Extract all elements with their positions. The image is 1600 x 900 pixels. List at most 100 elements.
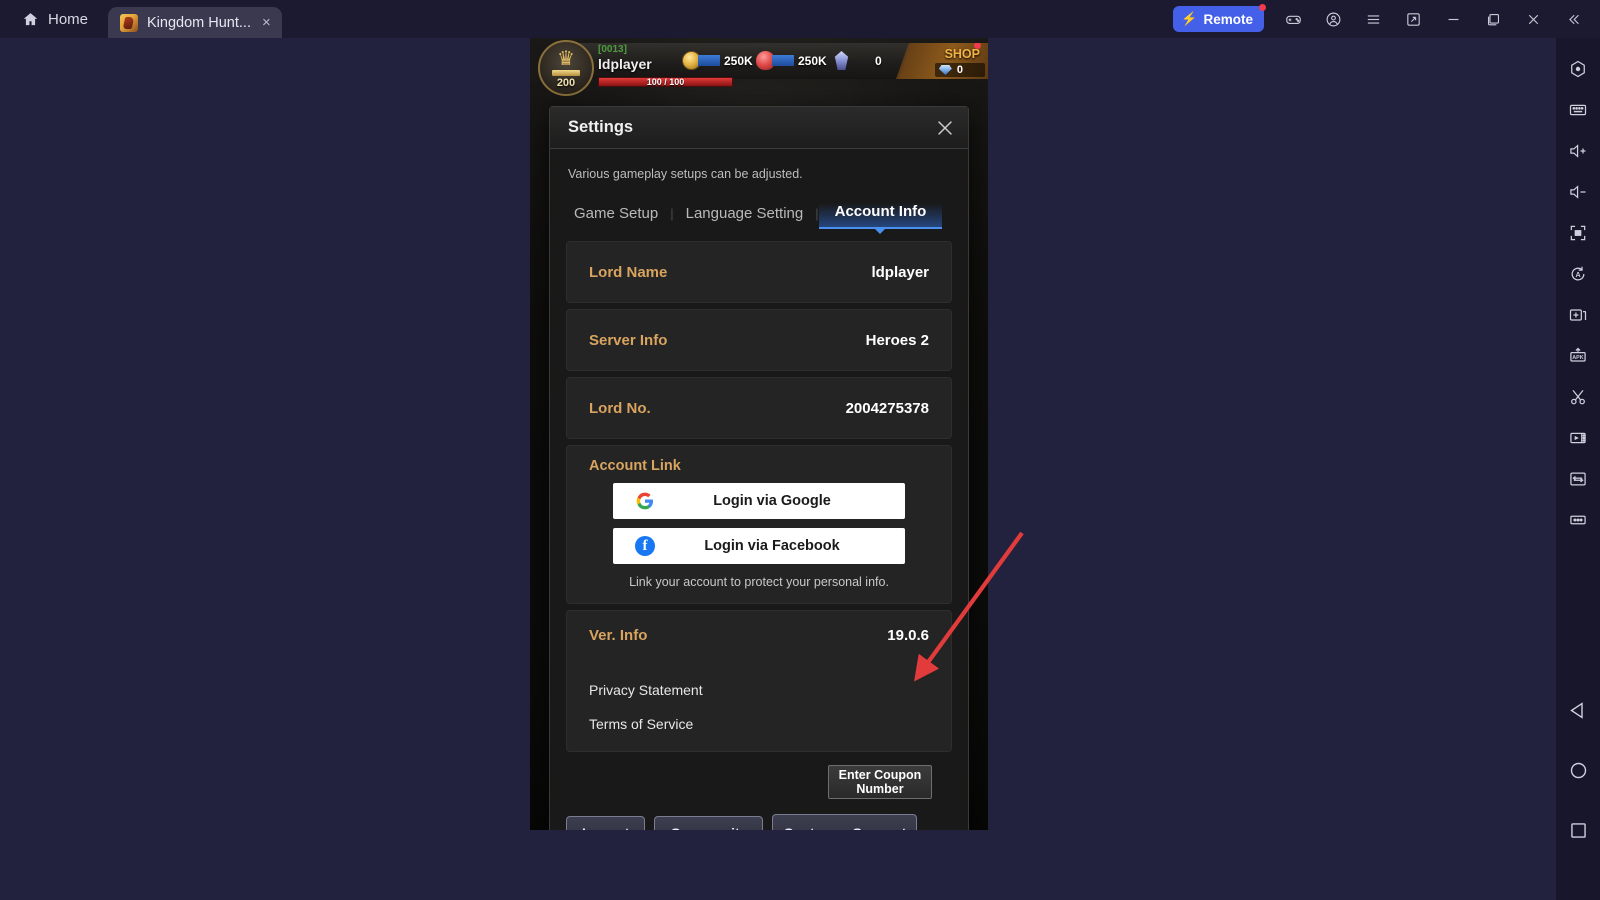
login-facebook-label: Login via Facebook — [704, 538, 840, 554]
scissors-icon[interactable] — [1556, 376, 1600, 417]
android-recents-icon[interactable] — [1556, 800, 1600, 860]
guild-tag: [0013] — [598, 44, 627, 55]
gold-bar — [698, 55, 720, 66]
menu-icon[interactable] — [1354, 0, 1392, 38]
resource-crystal: 0 — [832, 51, 882, 70]
window-titlebar: Home Kingdom Hunt... × ⚡ Remote — [0, 0, 1600, 38]
dialog-tabs: Game Setup | Language Setting | Account … — [562, 195, 956, 234]
account-link-title: Account Link — [589, 458, 681, 474]
emulator-sidebar: A APK — [1556, 38, 1600, 900]
account-link-section: Account Link Login via Google f Login vi… — [566, 445, 952, 604]
food-value: 250K — [798, 53, 827, 68]
screenshot-icon[interactable] — [1394, 0, 1432, 38]
dialog-footer: Logout Community Customer Support — [550, 797, 968, 830]
notification-dot — [1259, 4, 1266, 11]
fullscreen-icon[interactable] — [1556, 212, 1600, 253]
account-icon[interactable] — [1314, 0, 1352, 38]
gem-value: 0 — [956, 64, 963, 76]
more-icon[interactable] — [1556, 499, 1600, 540]
minimize-icon[interactable] — [1434, 0, 1472, 38]
resource-food: 250K — [756, 51, 827, 70]
keyboard-icon[interactable] — [1556, 89, 1600, 130]
gem-icon — [938, 65, 952, 75]
android-home-icon[interactable] — [1556, 740, 1600, 800]
gamepad-icon[interactable] — [1274, 0, 1312, 38]
logout-button[interactable]: Logout — [566, 816, 646, 830]
collapse-icon[interactable] — [1554, 0, 1592, 38]
dialog-subtitle: Various gameplay setups can be adjusted. — [568, 167, 803, 181]
info-row-lord-name: Lord Name ldplayer — [566, 241, 952, 303]
privacy-statement-row[interactable]: Privacy Statement — [589, 673, 929, 707]
facebook-icon: f — [635, 536, 655, 556]
gold-value: 250K — [724, 53, 753, 68]
bolt-icon: ⚡ — [1181, 11, 1198, 26]
login-via-google-button[interactable]: Login via Google — [613, 483, 905, 519]
info-label: Lord No. — [589, 399, 651, 417]
player-level: 200 — [556, 77, 576, 89]
version-value: 19.0.6 — [887, 626, 929, 644]
close-icon[interactable] — [1514, 0, 1552, 38]
volume-down-icon[interactable] — [1556, 171, 1600, 212]
remote-button[interactable]: ⚡ Remote — [1173, 4, 1266, 32]
dialog-body: Lord Name ldplayer Server Info Heroes 2 … — [550, 229, 968, 797]
player-level-badge[interactable]: ♛ 200 — [538, 40, 594, 96]
remote-label: Remote — [1203, 11, 1253, 27]
home-button[interactable]: Home — [0, 0, 108, 38]
player-name: ldplayer — [598, 56, 652, 72]
crystal-icon — [834, 51, 849, 70]
terms-of-service-link[interactable]: Terms of Service — [589, 716, 693, 732]
settings-icon[interactable] — [1556, 48, 1600, 89]
home-icon — [22, 11, 39, 28]
shop-panel[interactable]: SHOP 0 — [896, 43, 988, 79]
resource-gold: 250K — [682, 51, 753, 70]
community-button[interactable]: Community — [654, 816, 764, 830]
crystal-value: 0 — [875, 53, 882, 68]
dialog-header: Settings — [550, 107, 968, 149]
tab-language-setting[interactable]: Language Setting — [674, 205, 816, 229]
version-legal-section: Ver. Info 19.0.6 Privacy Statement Terms… — [566, 610, 952, 752]
enter-coupon-number-button[interactable]: Enter Coupon Number — [828, 765, 932, 799]
video-record-icon[interactable] — [1556, 417, 1600, 458]
google-icon — [635, 491, 655, 511]
info-value: ldplayer — [871, 263, 929, 281]
app-tab-kingdom-hunt[interactable]: Kingdom Hunt... × — [108, 7, 282, 38]
auto-rotate-icon[interactable]: A — [1556, 253, 1600, 294]
tab-account-info[interactable]: Account Info — [818, 203, 943, 234]
tab-game-setup[interactable]: Game Setup — [562, 205, 670, 229]
titlebar-left: Home Kingdom Hunt... × — [0, 0, 282, 38]
login-via-facebook-button[interactable]: f Login via Facebook — [613, 528, 905, 564]
info-row-lord-no: Lord No. 2004275378 — [566, 377, 952, 439]
volume-up-icon[interactable] — [1556, 130, 1600, 171]
tab-label: Kingdom Hunt... — [147, 14, 251, 31]
privacy-statement-link[interactable]: Privacy Statement — [589, 682, 703, 698]
info-value: 2004275378 — [845, 399, 929, 417]
svg-text:A: A — [1575, 270, 1580, 278]
crown-icon: ♛ — [557, 48, 575, 70]
info-label: Server Info — [589, 331, 668, 349]
food-bar — [772, 55, 794, 66]
tab-close-icon[interactable]: × — [260, 15, 273, 30]
game-hud: SHOP 0 250K 250K 0 ♛ 200 [0013] ldplayer — [530, 38, 988, 96]
android-back-icon[interactable] — [1556, 680, 1600, 740]
shop-label: SHOP — [944, 47, 980, 61]
svg-text:APK: APK — [1572, 355, 1584, 361]
customer-support-button[interactable]: Customer Support — [772, 814, 918, 830]
dialog-title: Settings — [568, 118, 634, 136]
file-transfer-icon[interactable] — [1556, 458, 1600, 499]
account-link-note: Link your account to protect your person… — [629, 575, 889, 589]
gem-counter: 0 — [934, 63, 985, 77]
close-icon[interactable] — [934, 117, 956, 139]
titlebar-right: ⚡ Remote — [1173, 0, 1600, 38]
home-label: Home — [48, 10, 89, 28]
maximize-icon[interactable] — [1474, 0, 1512, 38]
game-viewport[interactable]: SHOP 0 250K 250K 0 ♛ 200 [0013] ldplayer — [530, 38, 988, 830]
game-icon — [120, 13, 139, 32]
version-label: Ver. Info — [589, 626, 648, 644]
install-apk-icon[interactable]: APK — [1556, 335, 1600, 376]
terms-of-service-row[interactable]: Terms of Service — [589, 707, 929, 741]
info-label: Lord Name — [589, 263, 668, 281]
hp-value: 100 / 100 — [646, 77, 685, 87]
info-row-server-info: Server Info Heroes 2 — [566, 309, 952, 371]
settings-dialog: Settings Various gameplay setups can be … — [549, 106, 969, 830]
add-window-icon[interactable] — [1556, 294, 1600, 335]
